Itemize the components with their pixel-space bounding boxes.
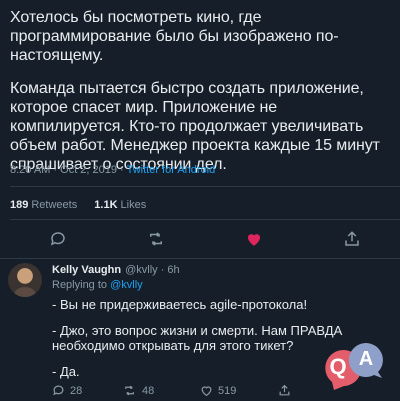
- share-icon: [279, 384, 290, 396]
- reply-like-button[interactable]: 519: [200, 384, 236, 397]
- retweets-count: 189: [10, 199, 29, 211]
- tweet-actions: [0, 229, 400, 249]
- tweet-timestamp: 8:20 AM · Oct 2, 2019 ·: [10, 164, 127, 176]
- reply-line-1: - Вы не придерживаетесь agile-протокола!: [52, 297, 308, 312]
- share-button[interactable]: [342, 229, 362, 249]
- share-icon: [345, 231, 359, 246]
- qa-watermark-logo: Q A: [325, 343, 383, 390]
- likes-stat[interactable]: 1.1K Likes: [94, 199, 146, 211]
- likes-label: Likes: [120, 199, 147, 211]
- reply-reply-count: 28: [70, 384, 83, 397]
- reply-like-count: 519: [218, 384, 237, 397]
- tweet-paragraph-1: Хотелось бы посмотреть кино, где програм…: [10, 9, 339, 64]
- tweet-meta: 8:20 AM · Oct 2, 2019 · Twitter for Andr…: [10, 164, 215, 176]
- reply-retweet-button[interactable]: 48: [122, 384, 154, 397]
- reply-author-name[interactable]: Kelly Vaughn: [52, 264, 121, 276]
- tweet-text: Хотелось бы посмотреть кино, где програм…: [10, 8, 394, 174]
- tweet-client-link[interactable]: Twitter for Android: [127, 164, 216, 176]
- divider: [10, 219, 400, 220]
- retweet-icon: [150, 232, 162, 246]
- divider: [0, 258, 400, 259]
- tweet-main: Хотелось бы посмотреть кино, где програм…: [10, 8, 394, 188]
- reply-header: Kelly Vaughn @kvlly · 6h: [52, 264, 180, 276]
- retweet-icon: [125, 385, 134, 396]
- reply-author-meta: @kvlly · 6h: [125, 264, 180, 276]
- replying-prefix: Replying to: [52, 279, 111, 291]
- retweet-button[interactable]: [146, 229, 166, 249]
- comment-icon: [53, 385, 64, 396]
- heart-icon: [248, 234, 260, 246]
- like-button[interactable]: [244, 229, 264, 249]
- likes-count: 1.1K: [94, 199, 118, 211]
- reply-share-button[interactable]: [278, 384, 291, 397]
- avatar[interactable]: [8, 263, 42, 297]
- divider: [10, 186, 400, 187]
- watermark-a: A: [359, 348, 373, 370]
- heart-outline-icon: [201, 386, 212, 397]
- comment-icon: [50, 232, 65, 246]
- retweets-stat[interactable]: 189 Retweets: [10, 199, 77, 211]
- watermark-q: Q: [329, 354, 346, 379]
- retweets-label: Retweets: [31, 199, 78, 211]
- replying-to: Replying to @kvlly: [52, 279, 143, 291]
- tweet-paragraph-2: Команда пытается быстро создать приложен…: [10, 80, 380, 173]
- reply-retweet-count: 48: [142, 384, 155, 397]
- tweet-stats: 189 Retweets 1.1K Likes: [10, 199, 160, 211]
- replying-handle[interactable]: @kvlly: [110, 279, 143, 291]
- reply-reply-button[interactable]: 28: [52, 384, 82, 397]
- reply-button[interactable]: [48, 229, 68, 249]
